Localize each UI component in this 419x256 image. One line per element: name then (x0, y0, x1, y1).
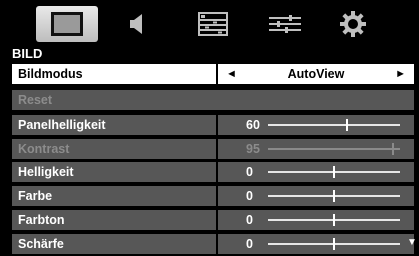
tab-picture[interactable] (36, 6, 98, 42)
menu-tab-bar (0, 0, 419, 46)
setting-slider[interactable]: 60 (218, 115, 414, 135)
right-arrow-icon[interactable]: ► (395, 64, 406, 84)
setting-value: 0 (246, 236, 253, 251)
slider-track (268, 190, 400, 203)
setting-value: 0 (246, 212, 253, 227)
setting-value: 0 (246, 165, 253, 180)
list-icon (198, 12, 228, 36)
tab-setup[interactable] (254, 6, 316, 42)
gear-icon (340, 11, 366, 37)
slider-thumb[interactable] (333, 190, 335, 203)
setting-row[interactable]: Panelhelligkeit 60 (12, 115, 414, 135)
setting-slider[interactable]: 95 (218, 138, 414, 159)
setting-label: Helligkeit (12, 162, 216, 183)
slider-thumb[interactable] (392, 142, 395, 155)
slider-track (268, 119, 400, 131)
section-title: BILD (12, 46, 43, 61)
setting-row[interactable]: Helligkeit 0 (12, 162, 414, 183)
picture-mode-row[interactable]: Bildmodus ◄ AutoView ► (12, 64, 414, 84)
slider-thumb[interactable] (333, 213, 335, 226)
setting-slider[interactable]: 0 (218, 186, 414, 207)
slider-thumb[interactable] (346, 119, 349, 131)
setting-value: 60 (246, 118, 260, 132)
setting-label: Farbton (12, 209, 216, 230)
reset-label: Reset (12, 90, 414, 110)
picture-mode-value: AutoView (287, 67, 345, 81)
tv-settings-menu: BILD Bildmodus ◄ AutoView ► Reset Panelh… (0, 0, 419, 256)
equalizer-icon (269, 15, 301, 33)
slider-thumb[interactable] (333, 237, 335, 250)
setting-row[interactable]: Schärfe 0 (12, 233, 414, 254)
setting-slider[interactable]: 0 (218, 233, 414, 254)
setting-slider[interactable]: 0 (218, 209, 414, 230)
setting-row[interactable]: Kontrast 95 (12, 138, 414, 159)
slider-track (268, 166, 400, 179)
slider-thumb[interactable] (333, 166, 335, 179)
setting-value: 0 (246, 189, 253, 204)
setting-label: Schärfe (12, 233, 216, 254)
picture-mode-label: Bildmodus (12, 64, 216, 84)
setting-slider[interactable]: 0 (218, 162, 414, 183)
slider-track (268, 142, 400, 155)
setting-row[interactable]: Farbe 0 (12, 186, 414, 207)
setting-label: Farbe (12, 186, 216, 207)
setting-row[interactable]: Farbton 0 (12, 209, 414, 230)
speaker-icon (130, 14, 142, 34)
setting-label: Kontrast (12, 138, 216, 159)
picture-icon (51, 12, 83, 36)
tab-list[interactable] (182, 6, 244, 42)
setting-label: Panelhelligkeit (12, 115, 216, 135)
setting-value: 95 (246, 141, 260, 156)
slider-track (268, 237, 400, 250)
scroll-down-icon[interactable]: ▼ (407, 238, 417, 248)
tab-settings[interactable] (322, 6, 384, 42)
reset-row[interactable]: Reset (12, 90, 414, 110)
picture-mode-selector[interactable]: ◄ AutoView ► (218, 64, 414, 84)
slider-track (268, 213, 400, 226)
tab-sound[interactable] (106, 6, 168, 42)
